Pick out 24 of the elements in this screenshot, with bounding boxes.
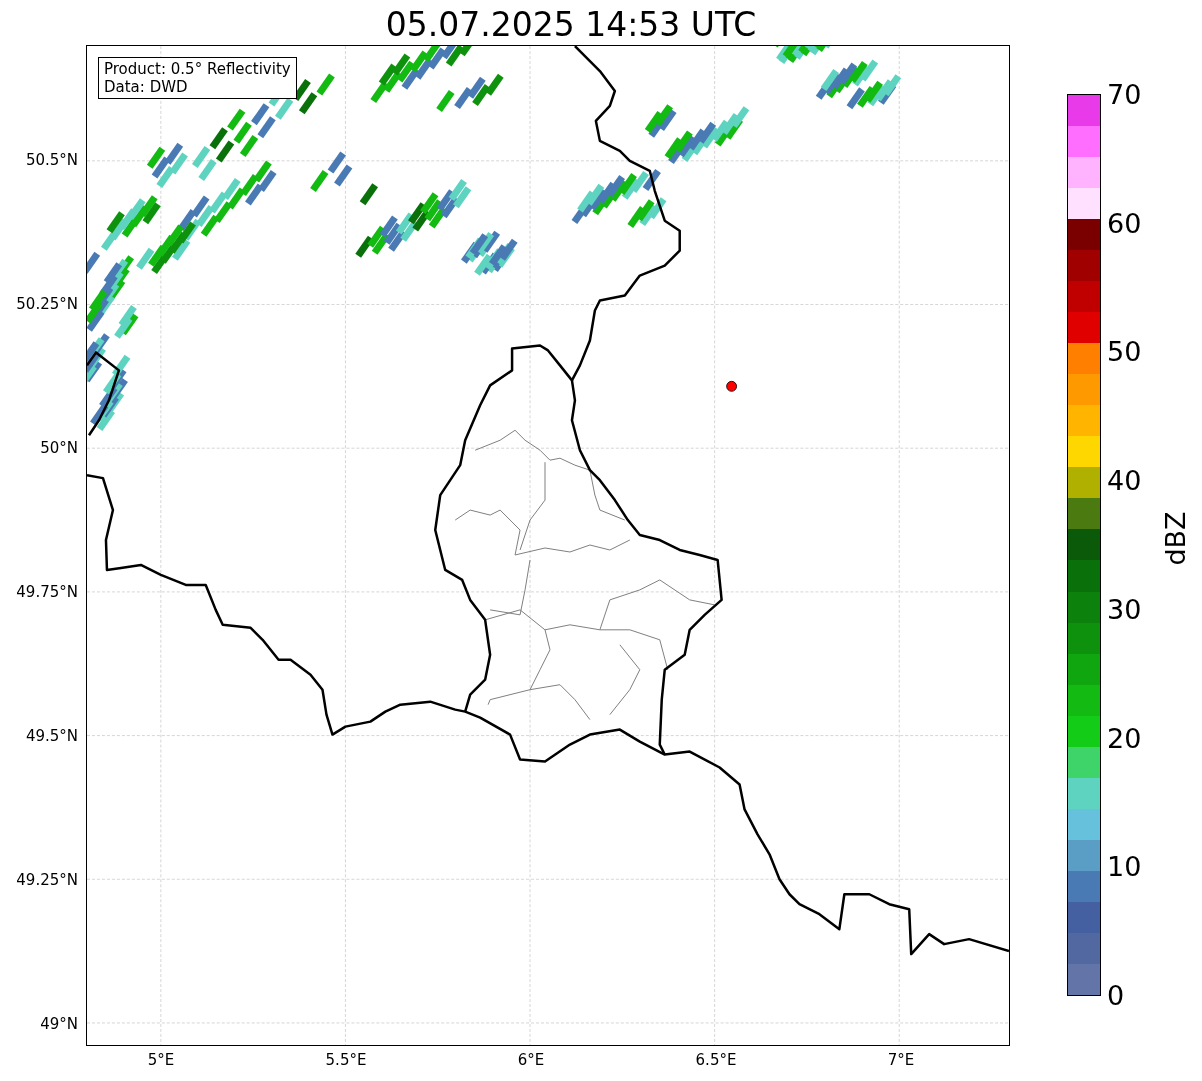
- colorbar-tick-label: 20: [1107, 724, 1142, 752]
- colorbar-tick-label: 60: [1107, 209, 1142, 237]
- longitude-label: 6°E: [517, 1053, 545, 1068]
- colorbar-axis-label: dBZ: [1161, 511, 1189, 566]
- longitude-label: 6.5°E: [695, 1053, 737, 1068]
- latitude-label: 49.75°N: [16, 584, 78, 600]
- colorbar-tick-label: 50: [1107, 337, 1142, 365]
- latitude-label: 49.25°N: [16, 872, 78, 888]
- latitude-label: 50.5°N: [25, 152, 78, 168]
- colorbar-tick-label: 10: [1107, 852, 1142, 880]
- longitude-label: 7°E: [887, 1053, 915, 1068]
- latitude-label: 49°N: [40, 1016, 78, 1032]
- info-text: Data: DWD: [104, 78, 189, 96]
- latitude-label: 50°N: [40, 440, 78, 456]
- info-text: Product: 0.5° Reflectivity: [104, 60, 291, 78]
- longitude-label: 5°E: [147, 1053, 175, 1068]
- colorbar-tick-label: 40: [1107, 466, 1142, 494]
- colorbar-tick-label: 30: [1107, 595, 1142, 623]
- longitude-label: 5.5°E: [325, 1053, 367, 1068]
- chart-title: 05.07.2025 14:53 UTC: [385, 8, 757, 45]
- colorbar-tick-label: 70: [1107, 80, 1142, 108]
- latitude-label: 49.5°N: [25, 728, 78, 744]
- latitude-label: 50.25°N: [16, 296, 78, 312]
- colorbar-tick-label: 0: [1107, 981, 1125, 1009]
